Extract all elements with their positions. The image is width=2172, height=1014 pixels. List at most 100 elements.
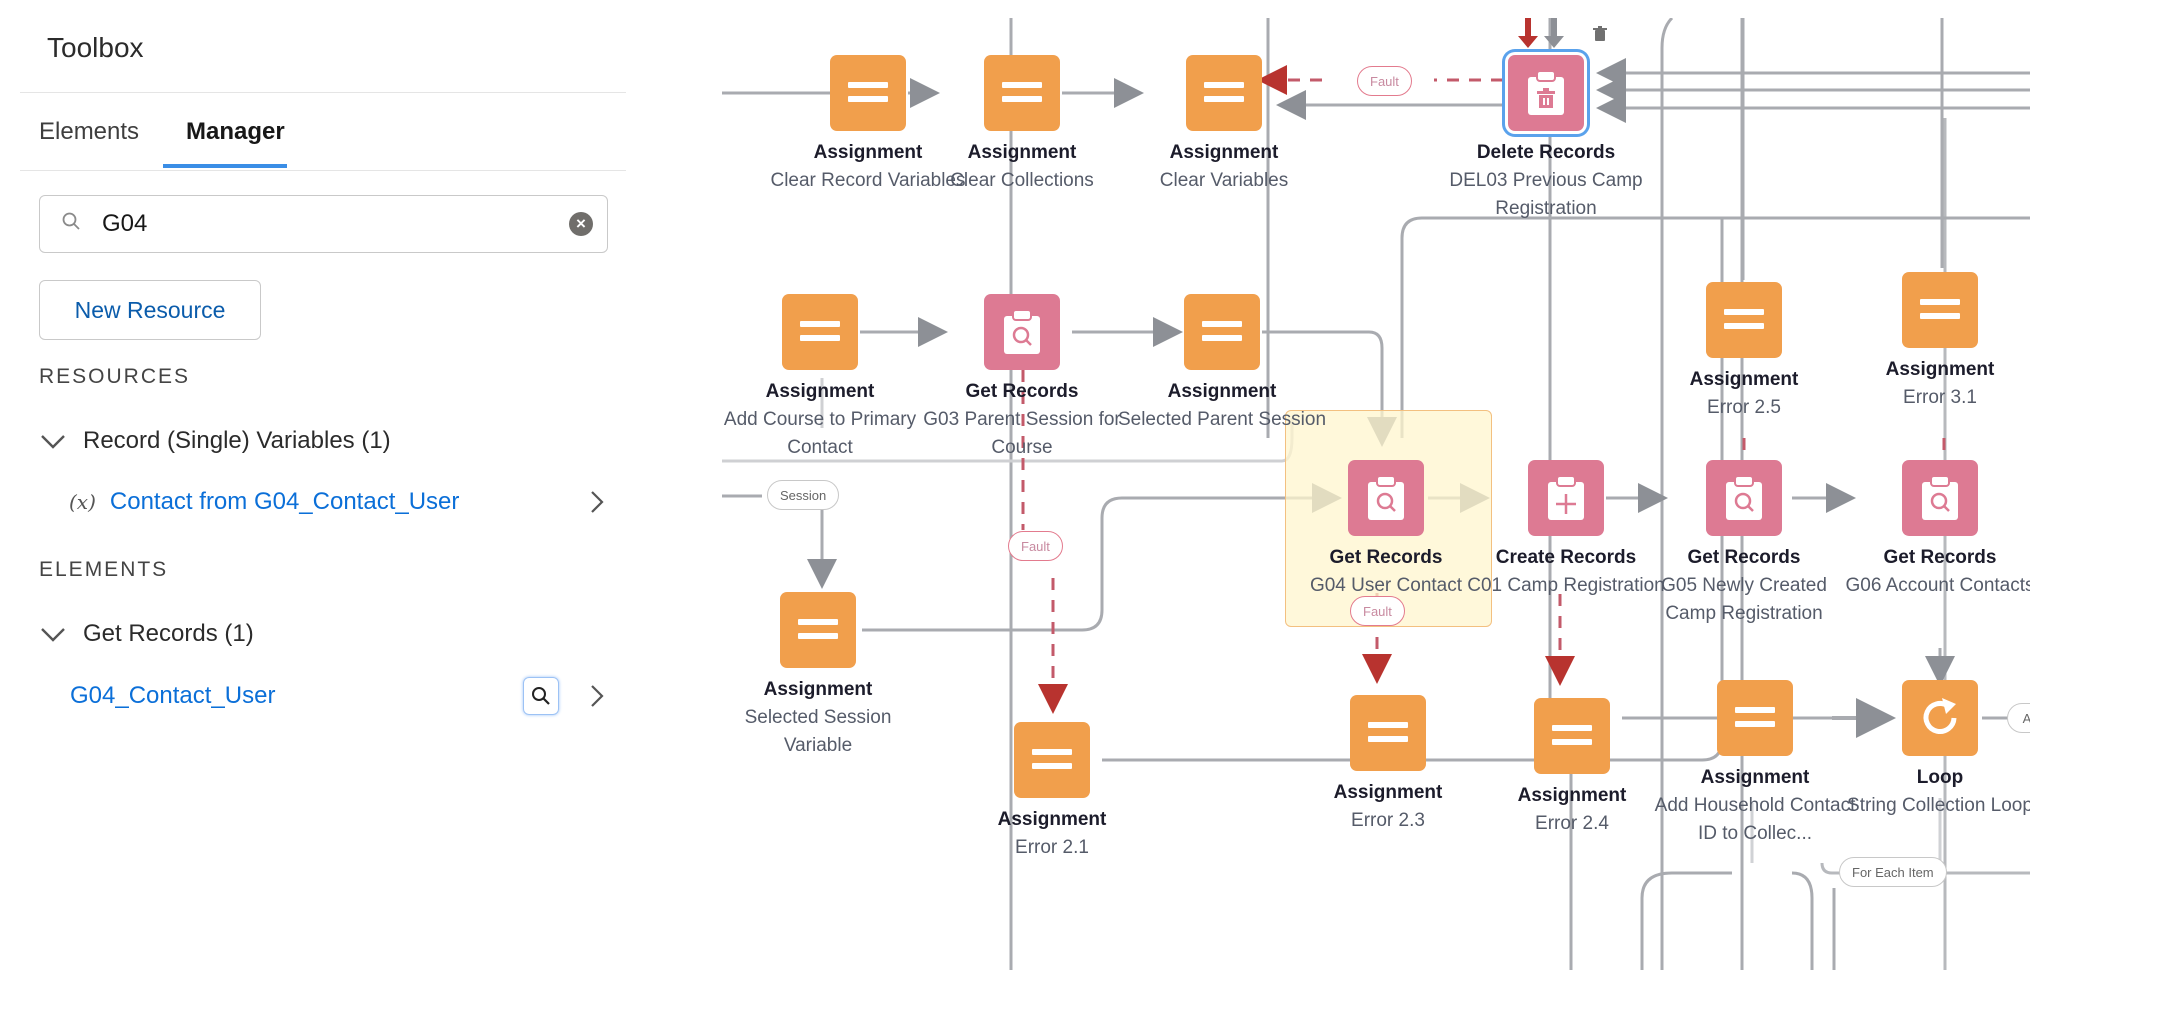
- resources-heading: RESOURCES: [39, 365, 191, 388]
- node-api-label: Error 2.5: [1707, 397, 1781, 418]
- flow-node-assignment[interactable]: [984, 55, 1060, 131]
- assignment-icon: [1032, 749, 1072, 771]
- flow-node-delete-records[interactable]: [1508, 55, 1584, 131]
- assignment-icon: [1552, 725, 1592, 747]
- flow-node-label: Get Records G06 Account Contacts: [1830, 544, 2030, 600]
- element-item: G04_Contact_User: [70, 676, 609, 716]
- flow-node-create-records[interactable]: [1528, 460, 1604, 536]
- flow-node-label: Get Records G05 Newly Created Camp Regist…: [1634, 544, 1854, 628]
- create-records-icon: [1548, 476, 1584, 520]
- assignment-icon: [1202, 321, 1242, 343]
- variable-icon: (x): [69, 490, 96, 514]
- flow-node-label: Assignment Add Course to Primary Contact: [722, 378, 930, 462]
- element-link[interactable]: G04_Contact_User: [70, 682, 275, 710]
- flow-node-assignment[interactable]: [782, 294, 858, 370]
- flow-node-assignment[interactable]: [1186, 55, 1262, 131]
- toolbox-title: Toolbox: [47, 32, 144, 63]
- assignment-icon: [1204, 82, 1244, 104]
- get-records-icon: [1922, 476, 1958, 520]
- flow-node-label: Assignment Clear Collections: [912, 139, 1132, 195]
- assignment-icon: [800, 321, 840, 343]
- node-type: Assignment: [1167, 381, 1277, 402]
- new-resource-button[interactable]: New Resource: [39, 280, 261, 340]
- loop-for-each-label[interactable]: For Each Item: [1839, 857, 1947, 887]
- node-api-label: Error 3.1: [1903, 387, 1977, 408]
- flow-node-get-records[interactable]: [1706, 460, 1782, 536]
- fault-connector-label[interactable]: Fault: [1008, 531, 1063, 561]
- fault-arrows: [1518, 18, 1538, 48]
- assignment-icon: [1002, 82, 1042, 104]
- node-api-label: Clear Variables: [1159, 170, 1289, 191]
- node-api-label: G05 Newly Created Camp Registration: [1661, 575, 1827, 624]
- flow-node-loop[interactable]: [1902, 680, 1978, 756]
- flow-node-label: Assignment Error 2.5: [1634, 366, 1854, 422]
- flow-node-assignment[interactable]: [780, 592, 856, 668]
- decision-outcome-label[interactable]: Session: [767, 480, 840, 510]
- divider: [20, 92, 626, 93]
- flow-node-label: Assignment Selected Session Variable: [722, 676, 928, 760]
- node-type: Assignment: [763, 679, 873, 700]
- flow-node-assignment[interactable]: [1184, 294, 1260, 370]
- node-type: Get Records: [1883, 547, 1997, 568]
- node-type: Assignment: [997, 809, 1107, 830]
- fault-connector-label[interactable]: Fault: [1357, 66, 1412, 96]
- search-box: ×: [39, 195, 608, 253]
- toolbox-panel: Toolbox Elements Manager × New Resource …: [0, 0, 640, 1014]
- node-type: Loop: [1916, 767, 1964, 788]
- chevron-right-icon[interactable]: [585, 488, 609, 516]
- flow-canvas[interactable]: Fault Fault Fault Session For Each Item …: [722, 18, 2030, 970]
- get-records-icon: [1004, 310, 1040, 354]
- flow-node-get-records[interactable]: [1348, 460, 1424, 536]
- assignment-icon: [1920, 299, 1960, 321]
- flow-node-label: Assignment Selected Parent Session: [1112, 378, 1332, 434]
- chevron-right-icon[interactable]: [585, 682, 609, 710]
- find-on-canvas-button[interactable]: [523, 677, 559, 715]
- node-type: Assignment: [1169, 142, 1279, 163]
- magnifier-icon: [532, 687, 550, 705]
- flow-node-assignment[interactable]: [830, 55, 906, 131]
- toolbox-tabs: Elements Manager: [20, 110, 626, 171]
- clear-search-icon[interactable]: ×: [569, 212, 593, 236]
- node-type: Delete Records: [1476, 142, 1616, 163]
- search-input[interactable]: [102, 206, 542, 242]
- flow-node-assignment[interactable]: [1014, 722, 1090, 798]
- node-type: Assignment: [967, 142, 1077, 163]
- delete-element-icon[interactable]: [1593, 26, 1607, 42]
- flow-node-label: Assignment Clear Variables: [1114, 139, 1334, 195]
- group-record-single-variables[interactable]: Record (Single) Variables (1): [39, 427, 391, 455]
- flow-node-label: Assignment Error 3.1: [1830, 356, 2030, 412]
- active-tab-indicator: [163, 164, 287, 168]
- elements-heading: ELEMENTS: [39, 558, 169, 581]
- get-records-icon: [1368, 476, 1404, 520]
- node-api-label: String Collection Loop: [1847, 795, 2030, 816]
- flow-node-get-records[interactable]: [984, 294, 1060, 370]
- loop-after-last-label[interactable]: A: [2007, 703, 2030, 733]
- group-label: Record (Single) Variables (1): [83, 427, 391, 454]
- node-api-label: Error 2.1: [1015, 837, 1089, 858]
- assignment-icon: [848, 82, 888, 104]
- node-api-label: Selected Session Variable: [744, 707, 892, 756]
- flow-node-assignment[interactable]: [1534, 698, 1610, 774]
- node-api-label: G06 Account Contacts: [1845, 575, 2030, 596]
- flow-node-get-records[interactable]: [1902, 460, 1978, 536]
- node-api-label: Clear Collections: [950, 170, 1094, 191]
- flow-node-label: Delete Records DEL03 Previous Camp Regist…: [1436, 139, 1656, 223]
- node-api-label: DEL03 Previous Camp Registration: [1449, 170, 1643, 219]
- tab-elements[interactable]: Elements: [39, 118, 139, 146]
- flow-node-assignment[interactable]: [1717, 680, 1793, 756]
- chevron-down-icon: [41, 435, 65, 449]
- fault-connector-label[interactable]: Fault: [1350, 596, 1405, 626]
- resource-link[interactable]: Contact from G04_Contact_User: [110, 488, 460, 516]
- flow-node-assignment[interactable]: [1706, 282, 1782, 358]
- tab-manager[interactable]: Manager: [186, 118, 285, 146]
- node-api-label: G03 Parent Session for Course: [923, 409, 1121, 458]
- node-type: Assignment: [1689, 369, 1799, 390]
- assignment-icon: [1735, 707, 1775, 729]
- resource-item: (x) Contact from G04_Contact_User: [39, 482, 609, 522]
- assignment-icon: [1724, 309, 1764, 331]
- group-get-records[interactable]: Get Records (1): [39, 620, 254, 648]
- flow-node-assignment[interactable]: [1902, 272, 1978, 348]
- group-label: Get Records (1): [83, 620, 254, 647]
- delete-records-icon: [1528, 71, 1564, 115]
- flow-node-assignment[interactable]: [1350, 695, 1426, 771]
